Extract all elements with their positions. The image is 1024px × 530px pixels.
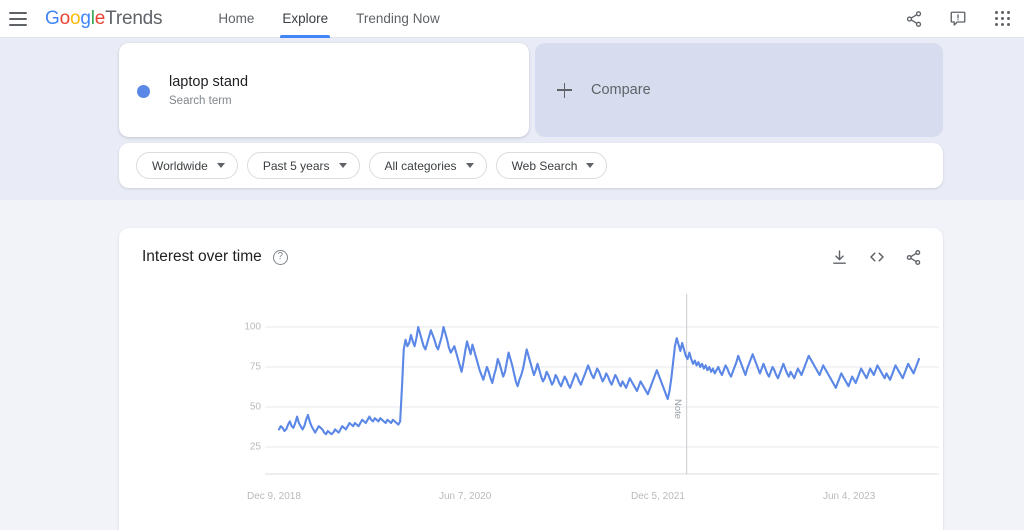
- main-nav: Home Explore Trending Now: [204, 0, 453, 38]
- share-chart-icon[interactable]: [904, 248, 923, 267]
- header-icon-group: [904, 9, 1024, 29]
- chart-action-group: [830, 248, 923, 267]
- x-axis-tick-0: Dec 9, 2018: [247, 491, 301, 502]
- search-term-card[interactable]: laptop stand Search term: [119, 43, 529, 137]
- embed-code-icon[interactable]: [867, 248, 886, 267]
- chevron-down-icon: [217, 163, 225, 168]
- share-icon[interactable]: [904, 9, 924, 29]
- chevron-down-icon: [586, 163, 594, 168]
- interest-over-time-card: Interest over time ?: [119, 228, 943, 530]
- download-csv-icon[interactable]: [830, 248, 849, 267]
- chevron-down-icon: [339, 163, 347, 168]
- location-filter-label: Worldwide: [152, 159, 208, 173]
- compare-button[interactable]: Compare: [535, 43, 943, 137]
- google-trends-logo[interactable]: GoogleTrends: [45, 8, 162, 30]
- plus-icon: [557, 83, 572, 98]
- time-range-filter[interactable]: Past 5 years: [247, 152, 360, 179]
- logo-trends-text: Trends: [105, 8, 162, 29]
- nav-item-trending-now[interactable]: Trending Now: [342, 0, 454, 38]
- chart-line-series: [279, 327, 919, 434]
- category-filter[interactable]: All categories: [369, 152, 487, 179]
- search-term-texts: laptop stand Search term: [169, 73, 248, 107]
- page-title: Interest over time: [142, 248, 262, 266]
- filters-bar: Worldwide Past 5 years All categories We…: [119, 143, 943, 188]
- y-axis-tick-100: 100: [227, 322, 261, 333]
- chevron-down-icon: [466, 163, 474, 168]
- y-axis-tick-50: 50: [227, 402, 261, 413]
- x-axis-tick-1: Jun 7, 2020: [439, 491, 491, 502]
- category-filter-label: All categories: [385, 159, 457, 173]
- y-axis-tick-25: 25: [227, 442, 261, 453]
- query-row: laptop stand Search term Compare: [119, 43, 943, 137]
- feedback-icon[interactable]: [948, 9, 968, 29]
- interest-over-time-chart[interactable]: 100 75 50 25 Dec 9, 2018 Jun 7, 2020 Dec 5, 2…: [119, 286, 943, 526]
- x-axis-tick-3: Jun 4, 2023: [823, 491, 875, 502]
- hamburger-menu-icon[interactable]: [9, 12, 27, 26]
- nav-item-home[interactable]: Home: [204, 0, 268, 38]
- google-apps-icon[interactable]: [992, 9, 1012, 29]
- search-term-label: laptop stand: [169, 73, 248, 92]
- location-filter[interactable]: Worldwide: [136, 152, 238, 179]
- x-axis-tick-2: Dec 5, 2021: [631, 491, 685, 502]
- time-range-filter-label: Past 5 years: [263, 159, 330, 173]
- search-type-filter-label: Web Search: [512, 159, 578, 173]
- y-axis-tick-75: 75: [227, 362, 261, 373]
- nav-item-explore[interactable]: Explore: [268, 0, 342, 38]
- series-color-dot: [137, 85, 150, 98]
- google-trends-page: GoogleTrends Home Explore Trending Now: [0, 0, 1024, 530]
- chart-note-label[interactable]: Note: [672, 399, 683, 419]
- help-question-icon[interactable]: ?: [273, 250, 288, 265]
- compare-label: Compare: [591, 82, 651, 98]
- search-term-type: Search term: [169, 95, 248, 107]
- chart-header: Interest over time ?: [142, 242, 923, 272]
- app-header: GoogleTrends Home Explore Trending Now: [0, 0, 1024, 38]
- search-type-filter[interactable]: Web Search: [496, 152, 608, 179]
